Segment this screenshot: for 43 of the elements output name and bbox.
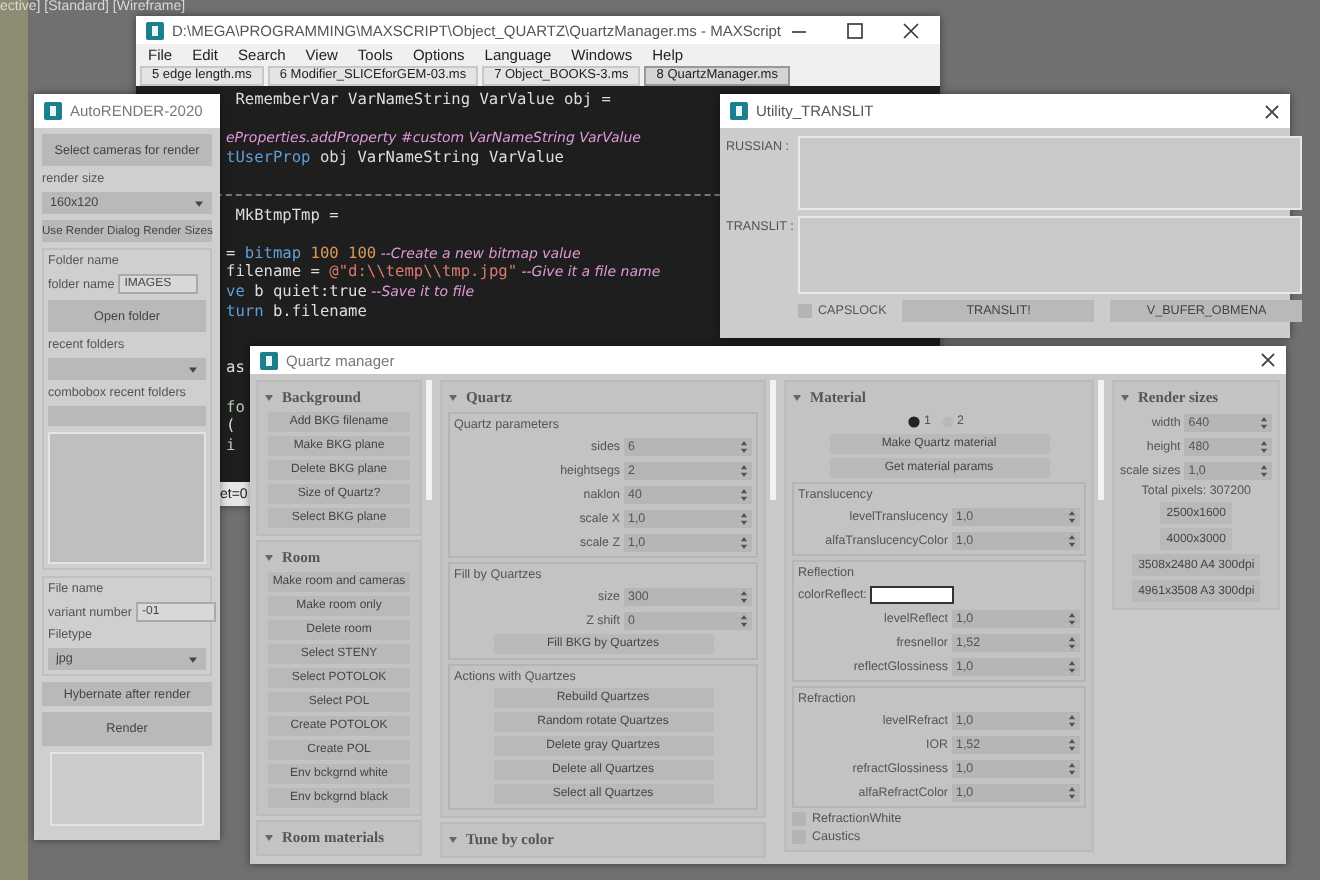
close-icon[interactable]	[901, 21, 920, 39]
collapse-caret-icon[interactable]	[448, 393, 458, 401]
scrollbar[interactable]	[770, 380, 776, 500]
collapse-caret-icon[interactable]	[264, 393, 274, 401]
spinner-arrows-icon[interactable]	[1068, 761, 1076, 775]
spinner-arrows-icon[interactable]	[1068, 635, 1076, 649]
close-icon[interactable]	[1264, 103, 1280, 119]
spinner-arrows-icon[interactable]	[1260, 415, 1269, 429]
app-icon	[44, 102, 62, 120]
radio-button[interactable]	[908, 415, 921, 427]
color-swatch[interactable]	[870, 585, 955, 603]
maximize-icon[interactable]	[845, 21, 864, 39]
checkbox[interactable]	[798, 304, 812, 318]
collapse-caret-icon[interactable]	[264, 553, 274, 561]
spinner-arrows-icon[interactable]	[1068, 713, 1076, 727]
spinner-arrows-icon[interactable]	[740, 487, 748, 501]
close-icon[interactable]	[1260, 352, 1276, 368]
spinner-arrows-icon[interactable]	[1260, 463, 1269, 477]
dropdown-arrow-icon[interactable]	[188, 365, 198, 373]
dropdown-arrow-icon[interactable]	[194, 199, 204, 207]
spinner-arrows-icon[interactable]	[1068, 737, 1076, 751]
spinner-arrows-icon[interactable]	[1068, 611, 1076, 625]
app-icon	[260, 351, 278, 369]
spinner-arrows-icon[interactable]	[1068, 785, 1076, 799]
spinner-arrows-icon[interactable]	[1260, 439, 1269, 453]
collapse-caret-icon[interactable]	[448, 835, 458, 843]
collapse-caret-icon[interactable]	[792, 393, 802, 401]
spinner-arrows-icon[interactable]	[740, 463, 748, 477]
spinner-arrows-icon[interactable]	[740, 511, 748, 525]
collapse-caret-icon[interactable]	[1120, 393, 1130, 401]
spinner-arrows-icon[interactable]	[740, 439, 748, 453]
spinner-arrows-icon[interactable]	[740, 535, 748, 549]
spinner-arrows-icon[interactable]	[740, 589, 748, 603]
spinner-arrows-icon[interactable]	[1068, 659, 1076, 673]
scrollbar[interactable]	[426, 380, 432, 500]
spinner-arrows-icon[interactable]	[1068, 533, 1076, 547]
spinner-arrows-icon[interactable]	[1068, 509, 1076, 523]
spinner-arrows-icon[interactable]	[740, 613, 748, 627]
scrollbar[interactable]	[1098, 380, 1104, 500]
app-icon	[730, 102, 748, 120]
dropdown-arrow-icon[interactable]	[188, 655, 198, 663]
app-icon	[146, 21, 164, 39]
collapse-caret-icon[interactable]	[264, 833, 274, 841]
